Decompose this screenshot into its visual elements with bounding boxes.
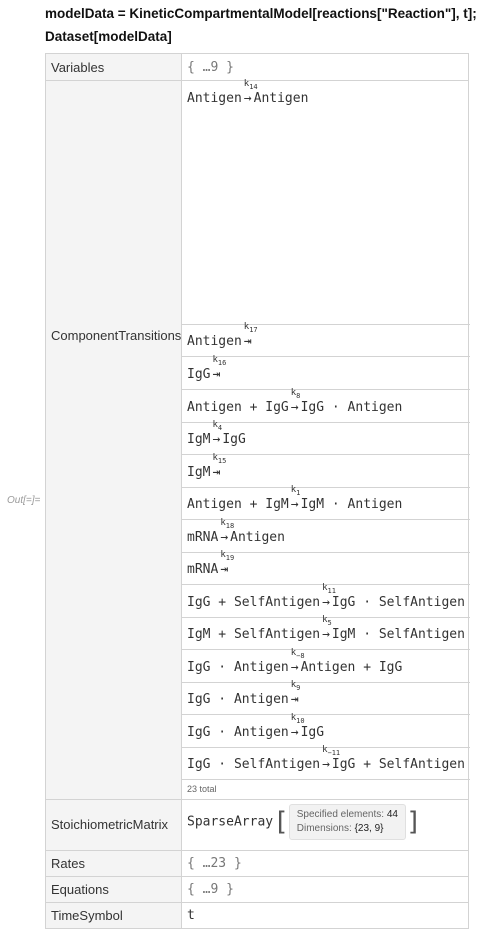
transition-row[interactable]: IgG + SelfAntigen → k11 IgG · SelfAntigen bbox=[187, 583, 465, 610]
transition-row[interactable]: IgM ⇥ k15 bbox=[187, 453, 226, 480]
right-bracket: ] bbox=[405, 807, 422, 837]
sparse-array-summary: Specified elements: 44 Dimensions: {23, 9… bbox=[288, 804, 406, 840]
key-column bbox=[46, 54, 182, 928]
input-line-2[interactable]: Dataset[modelData] bbox=[45, 29, 172, 44]
value-variables[interactable]: { …9 } bbox=[187, 60, 234, 75]
transition-row[interactable]: Antigen + IgM → k1 IgM · Antigen bbox=[187, 485, 402, 512]
key-equations: Equations bbox=[51, 882, 109, 897]
left-bracket: [ bbox=[273, 807, 289, 837]
input-line-1[interactable]: modelData = KineticCompartmentalModel[re… bbox=[45, 6, 477, 21]
transition-row[interactable]: IgG ⇥ k16 bbox=[187, 355, 226, 382]
transition-row[interactable]: IgM → k4 IgG bbox=[187, 420, 246, 447]
key-component-transitions: ComponentTransitions bbox=[51, 328, 182, 343]
transition-row[interactable]: IgG · SelfAntigen → k−11 IgG + SelfAntigen bbox=[187, 745, 465, 772]
key-stoichiometric-matrix: StoichiometricMatrix bbox=[51, 817, 169, 832]
transition-row[interactable]: Antigen ⇥ k17 bbox=[187, 322, 258, 349]
transition-row[interactable]: IgG · Antigen ⇥ k9 bbox=[187, 680, 301, 707]
transition-row[interactable]: Antigen + IgG → k8 IgG · Antigen bbox=[187, 388, 402, 415]
key-time-symbol: TimeSymbol bbox=[51, 908, 123, 923]
value-time-symbol[interactable]: t bbox=[187, 908, 195, 923]
out-label: Out[=]= bbox=[7, 495, 41, 506]
value-rates[interactable]: { …23 } bbox=[187, 856, 242, 871]
transition-row[interactable]: mRNA ⇥ k19 bbox=[187, 550, 234, 577]
transition-row[interactable]: IgM + SelfAntigen → k5 IgM · SelfAntigen bbox=[187, 615, 465, 642]
transitions-total: 23 total bbox=[187, 784, 217, 794]
dataset-table: Variables { …9 } ComponentTransitions An… bbox=[45, 53, 470, 929]
key-variables: Variables bbox=[51, 60, 105, 75]
transition-row[interactable]: IgG · Antigen → k−8 Antigen + IgG bbox=[187, 648, 402, 675]
sparse-array-value[interactable]: SparseArray[Specified elements: 44 Dimens… bbox=[187, 804, 422, 840]
transition-row[interactable]: mRNA → k18 Antigen bbox=[187, 518, 285, 545]
transition-row[interactable]: IgG · Antigen → k10 IgG bbox=[187, 713, 324, 740]
value-equations[interactable]: { …9 } bbox=[187, 882, 234, 897]
transition-row[interactable]: Antigen → k14 Antigen bbox=[187, 79, 308, 106]
key-rates: Rates bbox=[51, 856, 85, 871]
